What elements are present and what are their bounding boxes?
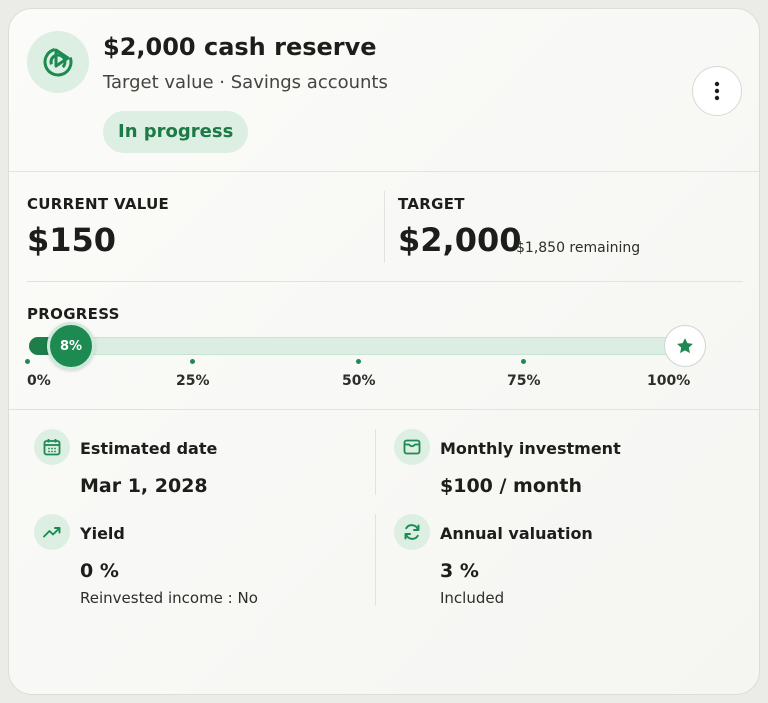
- target-play-icon: [27, 31, 89, 93]
- tick-label: 100%: [647, 373, 691, 389]
- goal-subtitle: Target value · Savings accounts: [103, 72, 388, 93]
- star-icon: [677, 338, 693, 354]
- current-value: $150: [27, 221, 117, 259]
- tick-label: 0%: [27, 373, 51, 389]
- divider: [384, 191, 385, 263]
- target-value: $2,000: [398, 221, 522, 259]
- divider: [9, 171, 759, 172]
- target-label: TARGET: [398, 195, 465, 213]
- tick-label: 25%: [176, 373, 210, 389]
- monthly-investment-value: $100 / month: [440, 475, 583, 497]
- monthly-investment-label: Monthly investment: [440, 439, 621, 458]
- more-vertical-icon: [714, 81, 720, 101]
- divider: [27, 281, 743, 282]
- yield-label: Yield: [80, 524, 125, 543]
- calendar-icon: [34, 429, 70, 465]
- wallet-icon: [394, 429, 430, 465]
- refresh-icon: [394, 514, 430, 550]
- goal-title: $2,000 cash reserve: [103, 33, 377, 61]
- estimated-date-value: Mar 1, 2028: [80, 475, 208, 497]
- tick-label: 75%: [507, 373, 541, 389]
- goal-card: $2,000 cash reserve Target value · Savin…: [8, 8, 760, 695]
- tick-dot: [190, 359, 195, 364]
- tick-dot: [25, 359, 30, 364]
- more-options-button[interactable]: [692, 66, 742, 116]
- yield-value: 0 %: [80, 560, 119, 582]
- annual-valuation-label: Annual valuation: [440, 524, 593, 543]
- tick-label: 50%: [342, 373, 376, 389]
- remaining-amount: $1,850 remaining: [516, 240, 641, 256]
- yield-note: Reinvested income : No: [80, 589, 258, 607]
- tick-dot: [521, 359, 526, 364]
- estimated-date-label: Estimated date: [80, 439, 218, 458]
- tick-dot: [356, 359, 361, 364]
- progress-percent: 8%: [59, 338, 83, 354]
- annual-valuation-note: Included: [440, 589, 505, 607]
- divider: [375, 514, 376, 606]
- trending-up-icon: [34, 514, 70, 550]
- progress-track: [29, 337, 693, 355]
- status-badge: In progress: [103, 111, 249, 153]
- annual-valuation-value: 3 %: [440, 560, 479, 582]
- progress-label: PROGRESS: [27, 305, 120, 323]
- divider: [9, 409, 759, 410]
- progress-knob: 8%: [47, 322, 95, 370]
- goal-marker: [664, 325, 706, 367]
- current-value-label: CURRENT VALUE: [27, 195, 170, 213]
- divider: [375, 429, 376, 495]
